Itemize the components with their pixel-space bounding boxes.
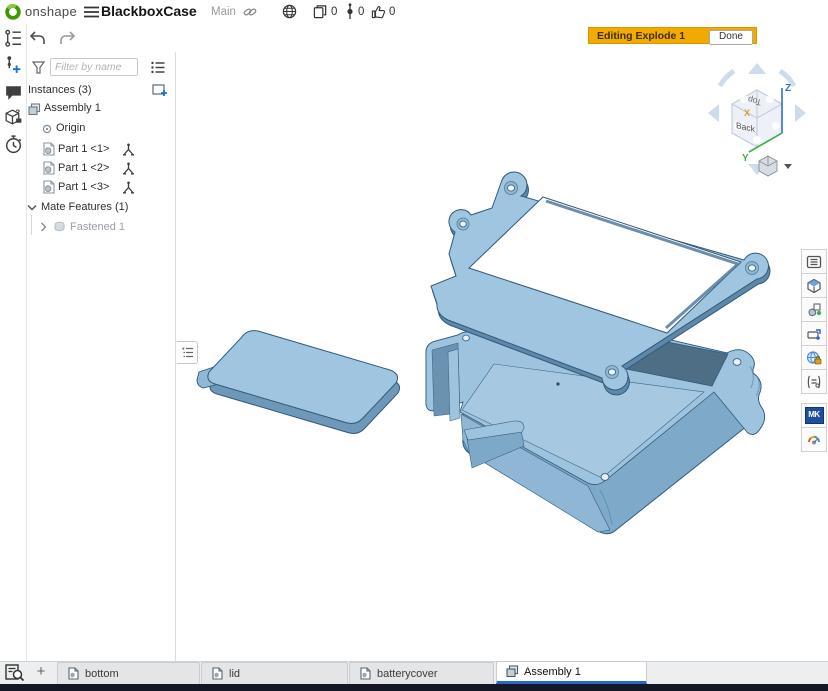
chevron-down-icon [784, 164, 792, 169]
rotate-left-arrow-icon[interactable] [708, 104, 719, 122]
in-context-button[interactable] [801, 297, 827, 322]
mate-point-dot [556, 382, 559, 385]
view-options-button[interactable] [759, 156, 792, 176]
tree-label: Assembly 1 [44, 102, 101, 114]
tab-bottom[interactable]: bottom [57, 662, 200, 684]
mate-connector-icon[interactable] [122, 181, 135, 194]
assembly-icon [28, 103, 41, 116]
y-axis-label: Y [742, 153, 749, 164]
mate-connector-icon[interactable] [122, 162, 135, 175]
taskbar-edge [0, 684, 828, 691]
tab-label: batterycover [377, 668, 438, 680]
tab-search-icon[interactable] [5, 664, 25, 681]
part-studio-icon [359, 667, 372, 680]
tab-batterycover[interactable]: batterycover [349, 662, 494, 684]
mkcad-app-button[interactable]: MK [801, 403, 827, 428]
chevron-right-icon [40, 222, 48, 232]
mkcad-app-icon: MK [805, 407, 824, 424]
workspace-name[interactable]: Main [211, 6, 236, 18]
display-states-button[interactable] [801, 321, 827, 346]
insert-into-assembly-icon[interactable] [152, 83, 168, 97]
rotate-up-arrow-icon[interactable] [748, 63, 766, 74]
svg-text:?: ? [16, 107, 21, 116]
copies-icon[interactable] [313, 4, 328, 19]
display-states-icon [806, 326, 822, 342]
named-views-button[interactable] [801, 273, 827, 298]
tab-label: bottom [85, 668, 119, 680]
assembly-icon [506, 665, 519, 678]
panel-collapse-handle[interactable] [177, 341, 198, 364]
chevron-down-icon [27, 204, 37, 212]
mate-features-header: Mate Features (1) [41, 201, 128, 213]
insert-instance-icon[interactable] [3, 55, 24, 76]
rotate-ccw-arrow-icon[interactable] [720, 71, 734, 86]
onshape-logo-icon [4, 3, 22, 21]
tree-label: Part 1 <2> [58, 162, 109, 174]
globe-lock-icon [806, 350, 822, 366]
appearance-gauge-icon [806, 432, 822, 448]
versions-count: 0 [358, 6, 364, 18]
versions-icon[interactable] [345, 3, 355, 20]
filter-input[interactable] [50, 58, 138, 76]
view-cube-body[interactable]: Top Back [732, 90, 782, 147]
origin-icon [42, 124, 52, 134]
rotate-right-arrow-icon[interactable] [795, 104, 806, 122]
done-button[interactable]: Done [709, 30, 753, 45]
views-cube-icon [806, 278, 822, 294]
top-bar: onshape BlackboxCase Main 0 0 [0, 0, 828, 25]
brand-name: onshape [25, 4, 77, 19]
tree-label: Fastened 1 [70, 221, 125, 233]
editing-explode-banner: Editing Explode 1 Done [588, 27, 757, 44]
comment-icon[interactable] [3, 82, 24, 103]
left-icon-strip: ? [0, 24, 27, 661]
filter-icon[interactable] [32, 61, 45, 74]
main-menu-icon[interactable] [84, 6, 99, 18]
instances-header: Instances (3) [28, 84, 92, 96]
tree-label: Part 1 <1> [58, 143, 109, 155]
structure-tree-icon[interactable] [3, 28, 24, 49]
parts-help-icon[interactable]: ? [3, 107, 24, 128]
sharing-button[interactable] [801, 345, 827, 370]
tab-lid[interactable]: lid [201, 662, 348, 684]
mate-connector-icon[interactable] [122, 143, 135, 156]
bom-table-icon [806, 254, 822, 270]
fastened-mate-icon [53, 221, 66, 233]
list-options-icon[interactable] [151, 61, 165, 74]
document-title: BlackboxCase [101, 3, 197, 19]
new-tab-button[interactable]: + [30, 662, 52, 682]
panel-list-icon [181, 346, 194, 359]
tab-assembly-1[interactable]: Assembly 1 [496, 661, 647, 684]
view-cube[interactable]: Top Back Z Y X [700, 56, 810, 182]
part-studio-icon [211, 667, 224, 680]
tree-guide-line [31, 215, 32, 235]
part-batterycover[interactable] [197, 331, 400, 434]
bom-panel-button[interactable] [801, 249, 827, 274]
banner-label: Editing Explode 1 [597, 30, 685, 42]
copies-count: 0 [331, 6, 337, 18]
link-icon[interactable] [243, 5, 257, 19]
tab-label: Assembly 1 [524, 666, 581, 678]
likes-count: 0 [389, 6, 395, 18]
public-globe-icon[interactable] [282, 4, 297, 19]
z-axis-label: Z [785, 83, 791, 94]
part-icon [42, 161, 55, 175]
onshape-window: onshape BlackboxCase Main 0 0 [0, 0, 828, 691]
redo-icon[interactable] [59, 31, 76, 45]
part-icon [42, 142, 55, 156]
x-axis-label: X [744, 108, 750, 118]
tree-label: Origin [56, 122, 85, 134]
tab-label: lid [229, 668, 240, 680]
part-icon [42, 180, 55, 194]
in-context-part-icon [806, 302, 822, 318]
part-studio-icon [67, 667, 80, 680]
tree-label: Part 1 <3> [58, 181, 109, 193]
undo-icon[interactable] [29, 31, 46, 45]
appearance-button[interactable] [801, 427, 827, 452]
history-stopwatch-icon[interactable] [3, 134, 24, 155]
likes-thumb-icon[interactable] [371, 4, 386, 19]
configurations-icon [806, 374, 822, 390]
configurations-button[interactable] [801, 369, 827, 394]
